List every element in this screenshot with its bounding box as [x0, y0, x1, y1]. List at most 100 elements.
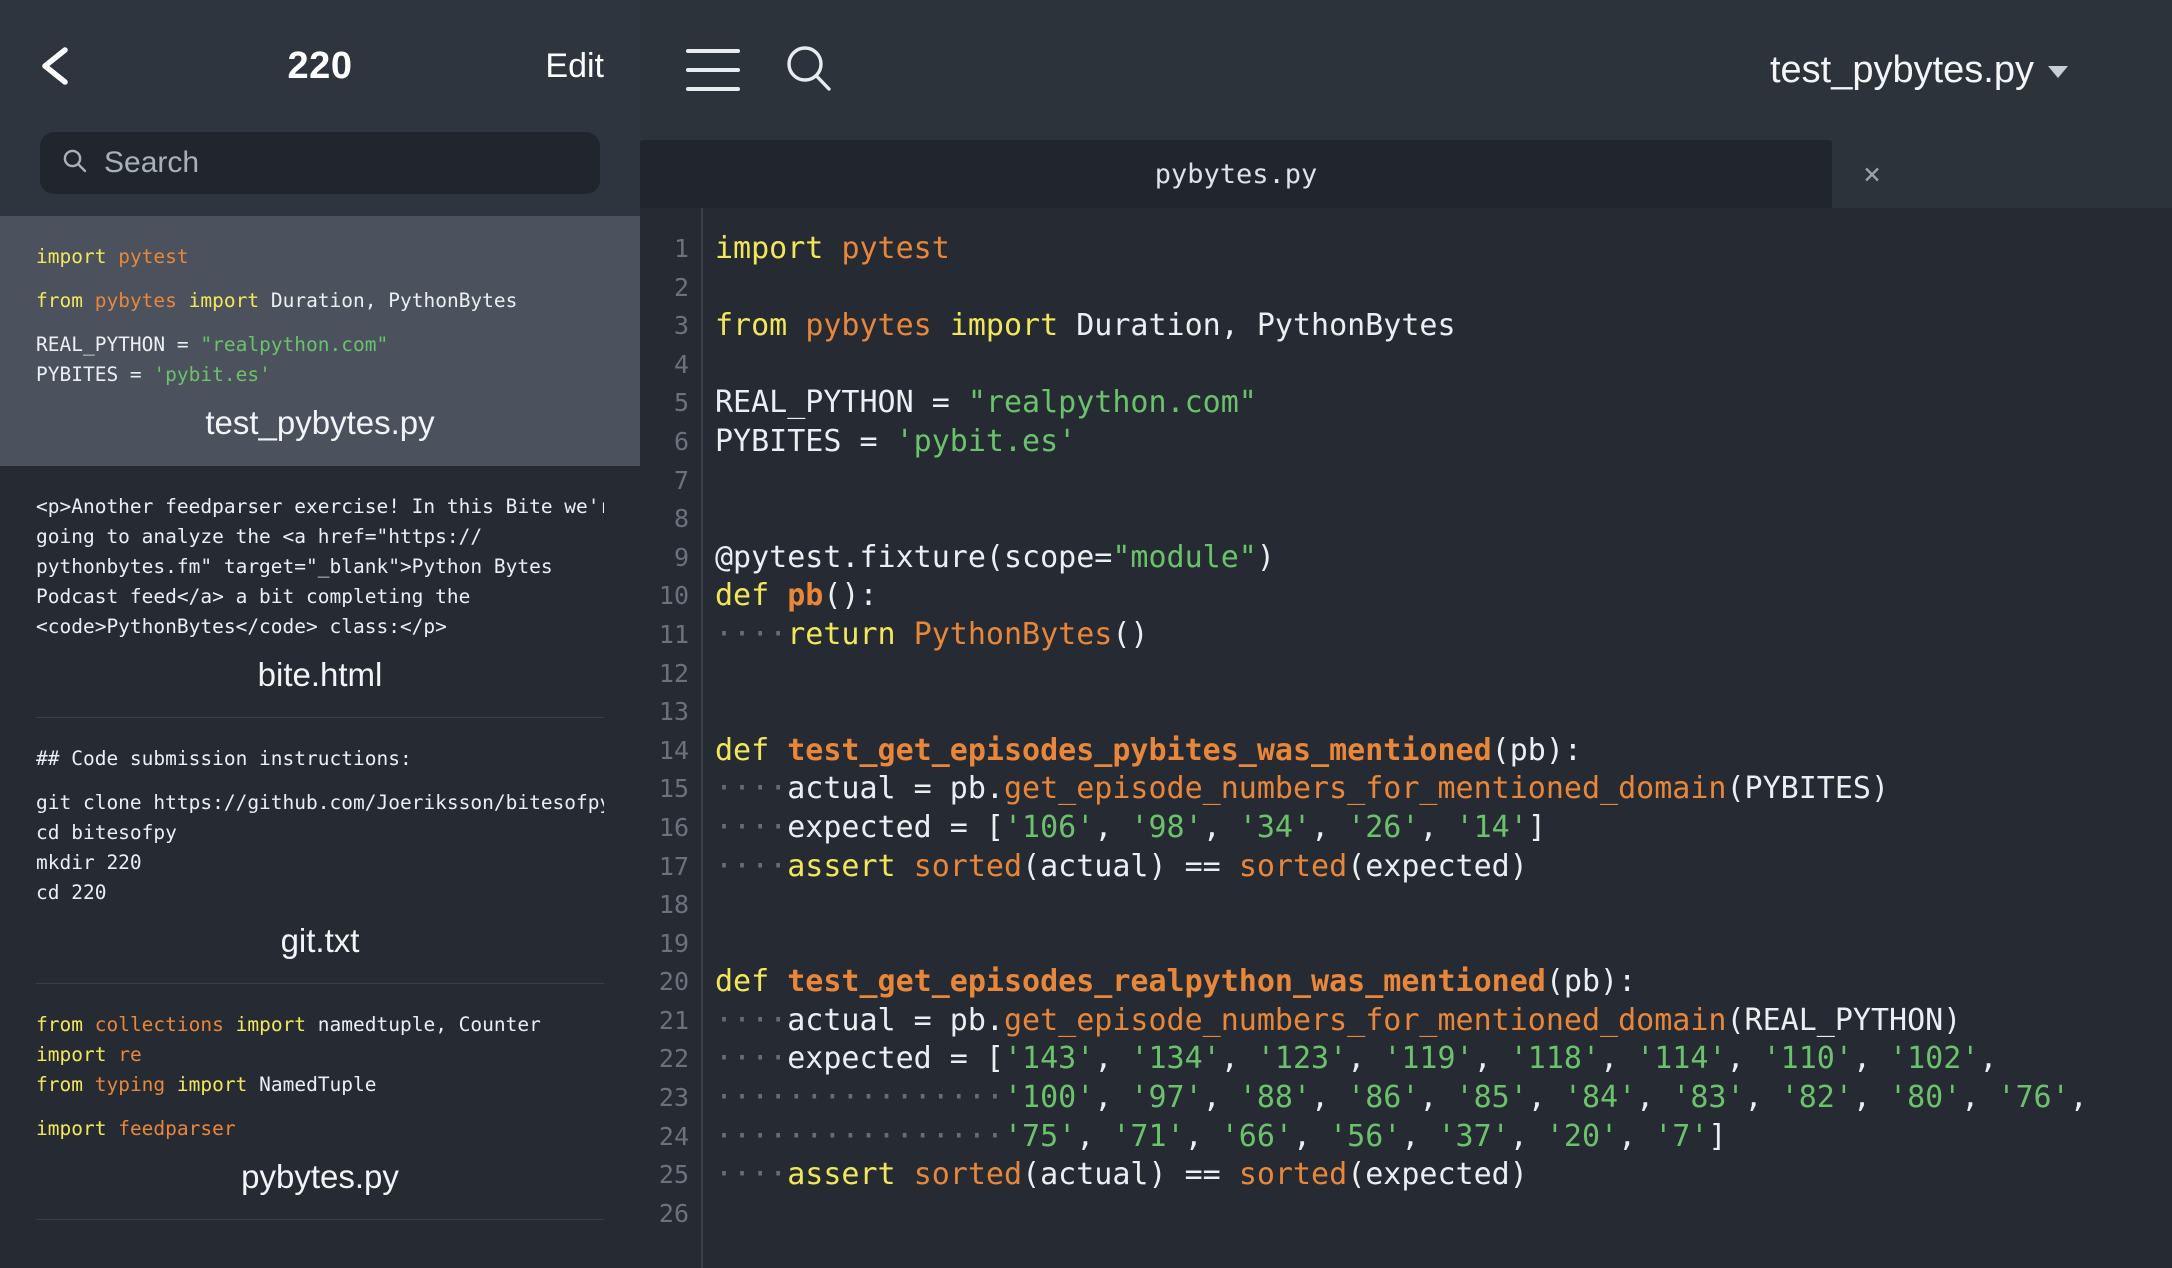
current-file-name: test_pybytes.py	[1769, 48, 2034, 91]
search-field-wrapper[interactable]	[40, 132, 600, 194]
code-token: ,	[1419, 809, 1456, 845]
code-token: ,	[1979, 1041, 1998, 1077]
code-token: '110'	[1762, 1041, 1853, 1077]
line-number: 12	[658, 658, 689, 688]
code-line: ················'100', '97', '88', '86',…	[715, 1079, 2172, 1118]
snippet-line: from typing import NamedTuple	[36, 1070, 604, 1100]
current-file-dropdown[interactable]: test_pybytes.py	[1770, 49, 2120, 92]
file-list-sidebar: 220 Edit import pytest from pybytes impor…	[0, 0, 640, 1268]
code-token: ,	[1852, 1080, 1890, 1116]
tab-pybytes-py[interactable]: pybytes.py	[640, 140, 1832, 208]
code-token: actual = pb.	[787, 771, 1004, 807]
code-token: sorted	[1238, 848, 1348, 884]
code-token: '14'	[1455, 809, 1528, 845]
code-token: pybytes	[805, 308, 932, 344]
code-token: import	[235, 1013, 307, 1036]
chevron-down-icon	[2048, 65, 2068, 78]
line-number: 11	[658, 619, 689, 649]
code-token: @pytest.fixture(scope=	[715, 539, 1113, 575]
code-token: ,	[1726, 1041, 1763, 1077]
code-token: '84'	[1563, 1080, 1637, 1116]
code-token: '134'	[1130, 1041, 1221, 1077]
code-token: from	[715, 308, 788, 344]
code-token: assert	[787, 1157, 896, 1193]
code-token: '34'	[1238, 809, 1312, 845]
code-token: pythonbytes.fm" target="_blank">Python B…	[36, 555, 553, 578]
code-token: '76'	[1997, 1080, 2070, 1116]
file-list-item[interactable]: ## Code submission instructions: git clon…	[0, 718, 640, 984]
file-preview-snippet: <p>Another feedparser exercise! In this …	[36, 492, 604, 642]
code-line: def pb():	[715, 577, 2172, 616]
close-icon[interactable]: ×	[1832, 140, 1912, 208]
code-token: cd bitesofpy	[36, 821, 177, 844]
code-token: pytest	[118, 245, 189, 268]
code-token: '85'	[1455, 1080, 1528, 1116]
code-token: expected = [	[787, 1041, 1004, 1077]
code-token: ,	[1094, 1041, 1131, 1077]
code-token: (expected)	[1347, 848, 1528, 884]
code-token: '118'	[1509, 1041, 1601, 1077]
chevron-left-icon[interactable]	[34, 43, 80, 89]
code-token: ,	[1184, 1118, 1221, 1154]
code-token: import	[36, 245, 107, 268]
file-list-item[interactable]: from collections import namedtuple, Coun…	[0, 984, 640, 1220]
snippet-line: pythonbytes.fm" target="_blank">Python B…	[36, 552, 604, 582]
code-token: ····	[715, 809, 788, 845]
snippet-line: import re	[36, 1040, 604, 1070]
code-token: return	[787, 616, 896, 652]
code-token: going to analyze the <a href="https://	[36, 525, 483, 548]
code-line: import pytest	[715, 230, 2172, 269]
search-input[interactable]	[104, 146, 578, 180]
code-token: ,	[1292, 1118, 1330, 1154]
code-token: (pb):	[1491, 732, 1582, 768]
edit-button[interactable]: Edit	[545, 47, 610, 86]
code-token: '119'	[1383, 1041, 1474, 1077]
code-area[interactable]: import pytest from pybytes import Durati…	[703, 208, 2172, 1268]
file-list-item[interactable]: <p>Another feedparser exercise! In this …	[0, 466, 640, 718]
code-token: (pb):	[1545, 964, 1637, 1000]
code-token: '75'	[1003, 1118, 1077, 1154]
code-token: ]	[1708, 1118, 1727, 1154]
hamburger-menu-icon[interactable]	[686, 49, 740, 91]
line-number: 18	[658, 890, 689, 920]
code-token: ,	[2069, 1080, 2088, 1116]
editor-tab-bar: pybytes.py ×	[640, 140, 2172, 208]
search-icon[interactable]	[782, 42, 838, 98]
snippet-line: mkdir 220	[36, 848, 604, 878]
code-token: '56'	[1329, 1118, 1402, 1154]
code-token: test_get_episodes_realpython_was_mention…	[787, 964, 1546, 1000]
code-line: ····return PythonBytes()	[715, 616, 2172, 655]
tab-bar-empty-space	[1912, 140, 2172, 208]
file-list-item[interactable]: import pytest from pybytes import Duratio…	[0, 216, 640, 466]
code-token: Duration, PythonBytes	[259, 289, 518, 312]
code-token: ················	[715, 1118, 1004, 1154]
snippet-line: cd 220	[36, 878, 604, 908]
code-token: (REAL_PYTHON)	[1726, 1002, 1962, 1038]
code-line: def test_get_episodes_realpython_was_men…	[715, 963, 2172, 1002]
code-token: ,	[1744, 1080, 1781, 1116]
code-token: '100'	[1003, 1080, 1095, 1116]
line-number: 17	[658, 851, 689, 881]
code-token: '66'	[1220, 1118, 1293, 1154]
line-number: 15	[658, 774, 689, 804]
code-token: ,	[1961, 1080, 1998, 1116]
code-token: ················	[715, 1080, 1004, 1116]
code-token: ····	[715, 771, 788, 807]
code-token: '26'	[1347, 809, 1420, 845]
code-token: ,	[1094, 1080, 1131, 1116]
search-icon	[62, 148, 88, 179]
code-token: ## Code submission instructions:	[36, 747, 412, 770]
snippet-line: cd bitesofpy	[36, 818, 604, 848]
code-token: '143'	[1004, 1041, 1095, 1077]
code-token: ····	[715, 1157, 788, 1193]
code-token: '83'	[1672, 1080, 1745, 1116]
